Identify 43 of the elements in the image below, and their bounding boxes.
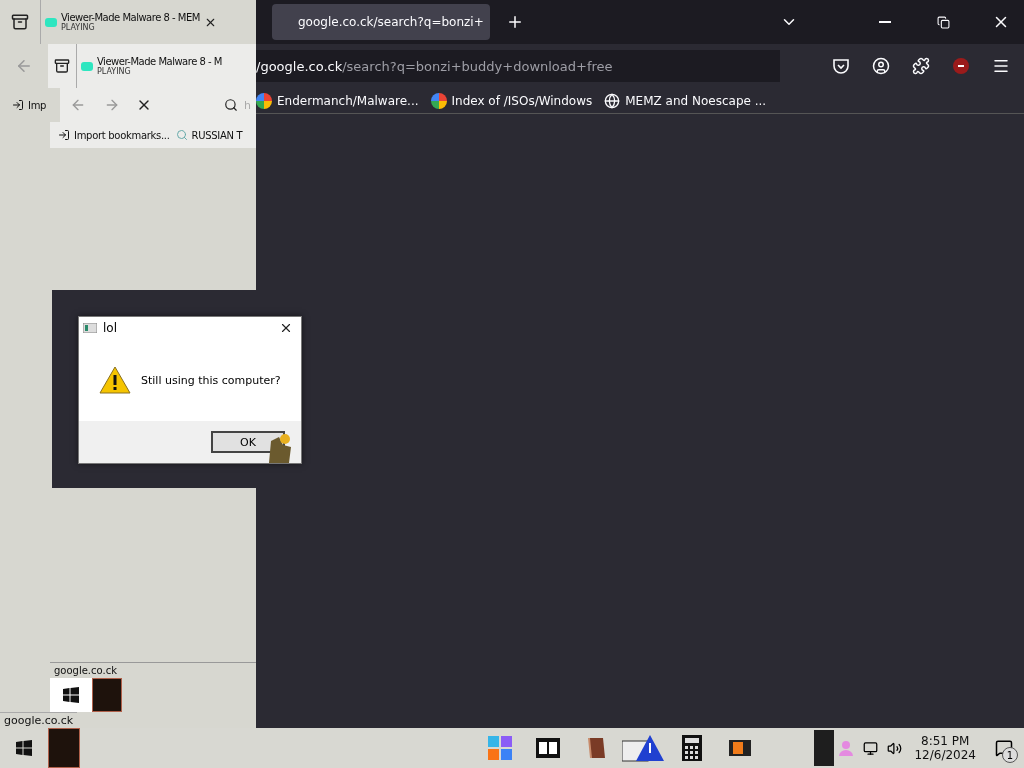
clock[interactable]: 8:51 PM 12/6/2024 xyxy=(906,734,984,762)
start-tiles-icon[interactable] xyxy=(488,736,512,760)
tab-title: Viewer-Made Malware 8 - M xyxy=(97,56,222,67)
warning-window-icon[interactable] xyxy=(622,733,666,763)
taskbar-app-tile[interactable] xyxy=(48,728,80,768)
tray-app-tile[interactable] xyxy=(814,730,835,766)
tab-status: PLAYING xyxy=(97,67,132,76)
browser-tab[interactable]: google.co.ck/search?q=bonzi+ xyxy=(272,4,490,40)
message-icon xyxy=(995,739,1013,757)
tab-title: Viewer-Made Malware 8 - MEM xyxy=(61,12,200,23)
video-favicon-icon xyxy=(81,61,93,71)
globe-icon xyxy=(604,92,621,109)
address-field[interactable]: /google.co.ck/search?q=bonzi+buddy+download+free xyxy=(256,50,780,82)
google-favicon-icon xyxy=(256,92,272,109)
import-icon xyxy=(12,99,24,111)
bookmark-link[interactable]: Index of /ISOs/Windows xyxy=(430,92,593,109)
notification-button[interactable]: 1 xyxy=(984,728,1024,768)
dialog-message: Still using this computer? xyxy=(141,373,281,387)
dialog-title: lol xyxy=(103,321,118,335)
bookmark-link[interactable]: Import bookmarks... xyxy=(58,129,170,141)
bookmark-link[interactable]: Endermanch/Malware... xyxy=(256,92,419,109)
windows-logo-icon[interactable] xyxy=(63,687,79,703)
taskbar-app-tile[interactable] xyxy=(92,678,122,712)
status-url: google.co.ck xyxy=(0,712,78,728)
volume-icon[interactable] xyxy=(886,740,902,756)
search-icon xyxy=(175,129,188,141)
app-icon xyxy=(83,323,97,333)
book-icon[interactable] xyxy=(585,736,607,760)
bookmark-link[interactable]: Imp xyxy=(0,99,60,111)
google-favicon-icon xyxy=(430,92,447,109)
minimize-icon xyxy=(879,21,891,23)
windows-logo-icon[interactable] xyxy=(16,740,32,756)
media-player-icon[interactable] xyxy=(729,740,751,756)
import-icon xyxy=(58,129,70,141)
warning-icon xyxy=(99,366,131,394)
calculator-icon[interactable] xyxy=(682,735,702,761)
network-icon[interactable] xyxy=(862,740,878,756)
video-favicon-icon xyxy=(45,17,57,27)
tab-status: PLAYING xyxy=(61,23,96,32)
bookmark-link[interactable]: RUSSIAN T xyxy=(175,129,243,141)
archiver-icon[interactable] xyxy=(536,738,560,758)
bookmark-link[interactable]: MEMZ and Noescape ... xyxy=(604,92,767,109)
restore-icon xyxy=(936,15,950,29)
